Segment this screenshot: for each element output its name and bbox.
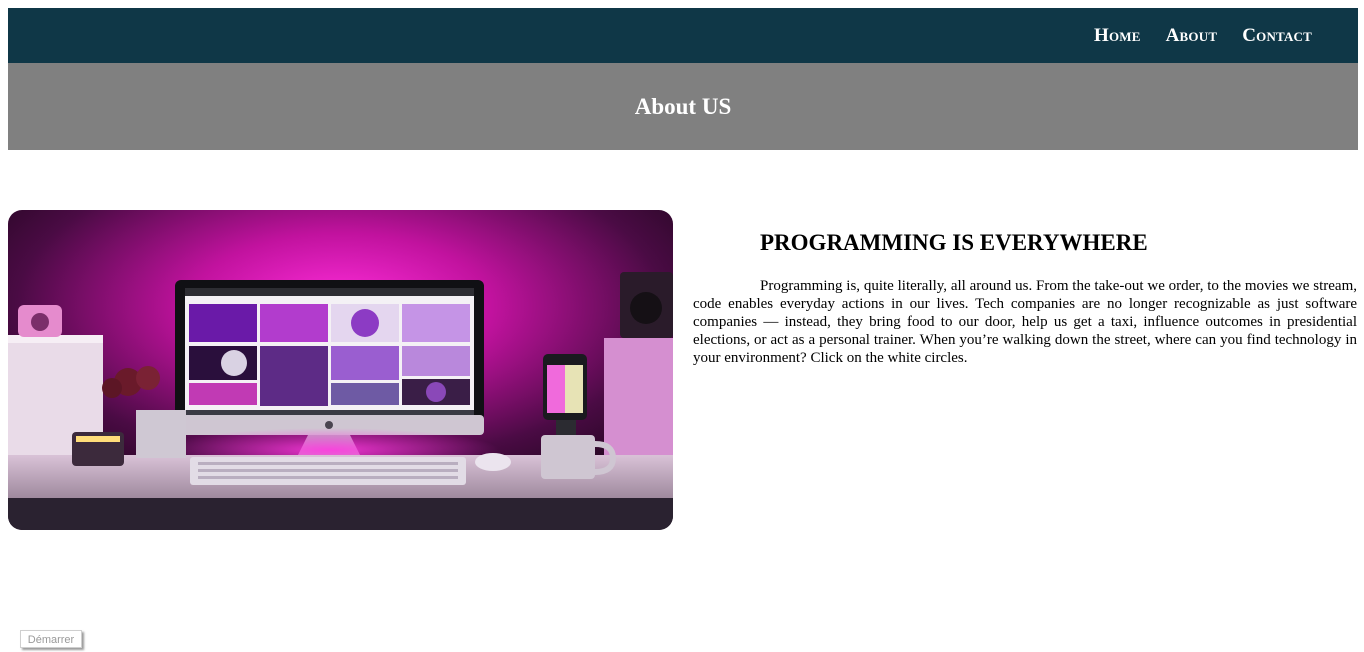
page-banner: About US — [8, 63, 1358, 150]
page: Home About Contact About US PROGRAMMING … — [0, 0, 1364, 652]
main-content: PROGRAMMING IS EVERYWHERE Programming is… — [693, 225, 1357, 367]
nav-links: Home About Contact — [1094, 8, 1312, 63]
section-body: Programming is, quite literally, all aro… — [693, 278, 1357, 366]
nav-link-home[interactable]: Home — [1094, 25, 1141, 47]
nav-link-contact[interactable]: Contact — [1242, 25, 1312, 47]
nav-link-about[interactable]: About — [1166, 25, 1218, 47]
start-button[interactable]: Démarrer — [20, 630, 82, 648]
top-navbar: Home About Contact — [8, 8, 1358, 63]
desk-photo — [8, 210, 673, 530]
section-heading: PROGRAMMING IS EVERYWHERE — [760, 230, 1148, 255]
page-title: About US — [634, 93, 732, 119]
